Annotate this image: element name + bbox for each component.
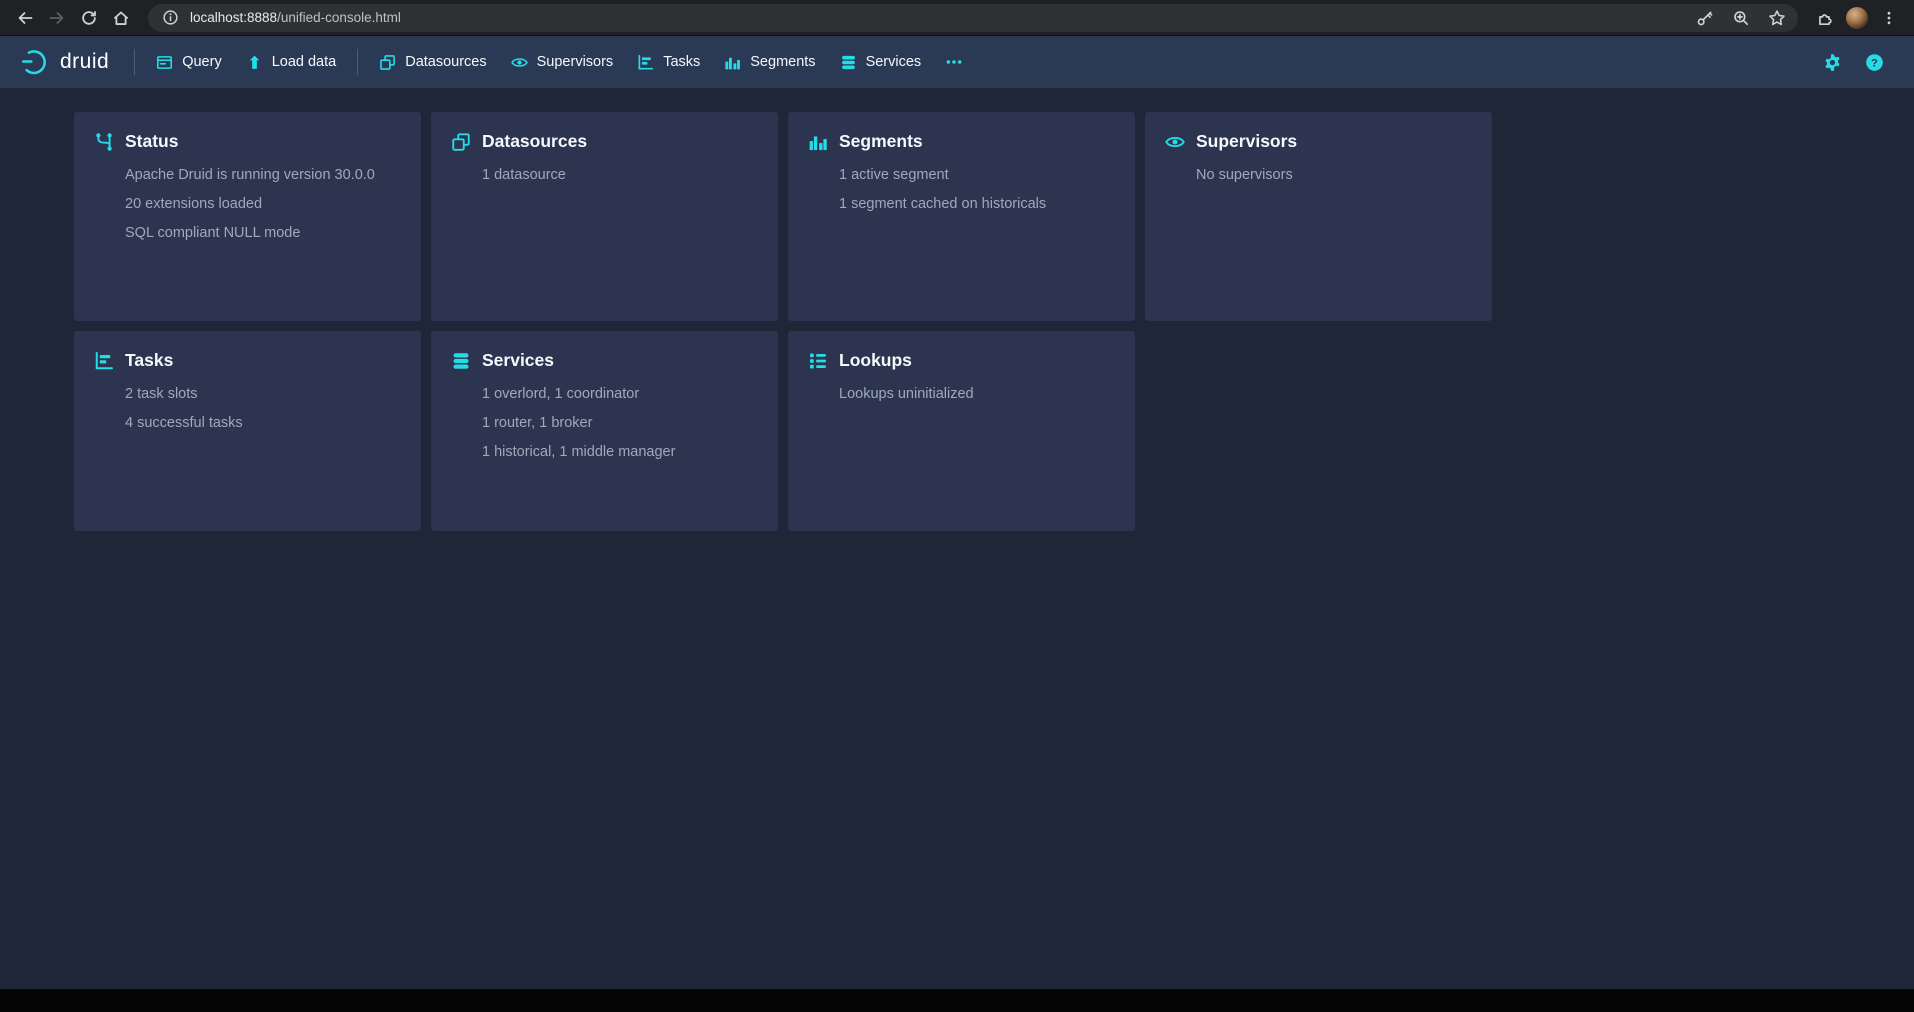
lookups-card[interactable]: Lookups Lookups uninitialized [788, 331, 1135, 531]
tasks-line: 2 task slots [125, 386, 401, 403]
help-icon: ? [1865, 53, 1884, 72]
extensions-button[interactable] [1810, 3, 1840, 33]
navbar-divider [357, 49, 358, 75]
zoom-button[interactable] [1728, 5, 1754, 31]
site-info-button[interactable] [160, 8, 180, 28]
druid-navbar: druid Query Load data Datasources [0, 36, 1914, 88]
svg-text:?: ? [1871, 57, 1878, 69]
supervisors-card[interactable]: Supervisors No supervisors [1145, 112, 1492, 321]
kebab-menu-icon [1881, 10, 1897, 26]
properties-icon [808, 351, 828, 371]
profile-avatar[interactable] [1846, 7, 1868, 29]
navbar-divider [134, 49, 135, 75]
nav-item-segments[interactable]: Segments [712, 45, 827, 80]
fork-icon [94, 132, 114, 152]
workbench-icon [156, 54, 173, 71]
nav-item-query[interactable]: Query [144, 45, 234, 80]
nav-item-datasources[interactable]: Datasources [367, 45, 498, 80]
back-button[interactable] [10, 3, 40, 33]
segments-line: 1 segment cached on historicals [839, 196, 1115, 213]
puzzle-icon [1816, 9, 1834, 27]
home-icon [112, 9, 130, 27]
tasks-card[interactable]: Tasks 2 task slots 4 successful tasks [74, 331, 421, 531]
lookups-line: Lookups uninitialized [839, 386, 1115, 403]
bookmark-button[interactable] [1764, 5, 1790, 31]
home-view: Status Apache Druid is running version 3… [0, 88, 1914, 989]
url-text: localhost:8888/unified-console.html [190, 10, 401, 25]
url-host: localhost:8888 [190, 10, 277, 25]
status-line: 20 extensions loaded [125, 196, 401, 213]
url-path: /unified-console.html [277, 10, 401, 25]
database-icon [840, 54, 857, 71]
druid-logo-icon [20, 47, 50, 77]
key-icon [1696, 9, 1714, 27]
help-button[interactable]: ? [1858, 46, 1890, 78]
card-title: Status [125, 131, 178, 152]
home-button[interactable] [106, 3, 136, 33]
status-card[interactable]: Status Apache Druid is running version 3… [74, 112, 421, 321]
gantt-chart-icon [94, 351, 114, 371]
card-title: Segments [839, 131, 923, 152]
home-cards-grid: Status Apache Druid is running version 3… [74, 112, 1914, 531]
navbar-right: ? [1816, 46, 1894, 78]
nav-item-label: Tasks [663, 54, 700, 70]
nav-item-label: Query [182, 54, 222, 70]
eye-icon [511, 54, 528, 71]
card-title: Tasks [125, 350, 173, 371]
nav-item-supervisors[interactable]: Supervisors [499, 45, 626, 80]
status-line: Apache Druid is running version 30.0.0 [125, 167, 401, 184]
nav-item-label: Services [866, 54, 922, 70]
settings-button[interactable] [1816, 46, 1848, 78]
address-bar[interactable]: localhost:8888/unified-console.html [148, 4, 1798, 32]
eye-icon [1165, 132, 1185, 152]
druid-brand[interactable]: druid [20, 47, 125, 77]
database-icon [451, 351, 471, 371]
grouped-bar-chart-icon [808, 132, 828, 152]
brand-wordmark: druid [60, 50, 109, 74]
info-icon [162, 9, 179, 26]
nav-item-label: Supervisors [537, 54, 614, 70]
segments-line: 1 active segment [839, 167, 1115, 184]
tasks-line: 4 successful tasks [125, 415, 401, 432]
zoom-in-icon [1732, 9, 1750, 27]
nav-item-more[interactable] [933, 44, 975, 80]
segments-card[interactable]: Segments 1 active segment 1 segment cach… [788, 112, 1135, 321]
gantt-chart-icon [637, 54, 654, 71]
services-card[interactable]: Services 1 overlord, 1 coordinator 1 rou… [431, 331, 778, 531]
datasources-icon [379, 54, 396, 71]
services-line: 1 router, 1 broker [482, 415, 758, 432]
status-line: SQL compliant NULL mode [125, 225, 401, 242]
gear-icon [1823, 53, 1842, 72]
supervisors-line: No supervisors [1196, 167, 1472, 184]
services-line: 1 overlord, 1 coordinator [482, 386, 758, 403]
upload-arrow-icon [246, 54, 263, 71]
nav-item-label: Datasources [405, 54, 486, 70]
forward-button[interactable] [42, 3, 72, 33]
services-line: 1 historical, 1 middle manager [482, 444, 758, 461]
refresh-button[interactable] [74, 3, 104, 33]
card-title: Datasources [482, 131, 587, 152]
back-arrow-icon [16, 9, 34, 27]
password-manager-button[interactable] [1692, 5, 1718, 31]
bottom-strip [0, 989, 1914, 1012]
datasources-line: 1 datasource [482, 167, 758, 184]
nav-item-label: Segments [750, 54, 815, 70]
datasources-card[interactable]: Datasources 1 datasource [431, 112, 778, 321]
card-title: Services [482, 350, 554, 371]
star-icon [1768, 9, 1786, 27]
forward-arrow-icon [48, 9, 66, 27]
nav-item-services[interactable]: Services [828, 45, 934, 80]
datasources-icon [451, 132, 471, 152]
more-ellipsis-icon [945, 53, 963, 71]
browser-toolbar: localhost:8888/unified-console.html [0, 0, 1914, 36]
grouped-bar-chart-icon [724, 54, 741, 71]
browser-menu-button[interactable] [1874, 3, 1904, 33]
card-title: Lookups [839, 350, 912, 371]
card-title: Supervisors [1196, 131, 1297, 152]
refresh-icon [80, 9, 98, 27]
nav-item-label: Load data [272, 54, 337, 70]
nav-item-tasks[interactable]: Tasks [625, 45, 712, 80]
nav-item-load-data[interactable]: Load data [234, 45, 349, 80]
